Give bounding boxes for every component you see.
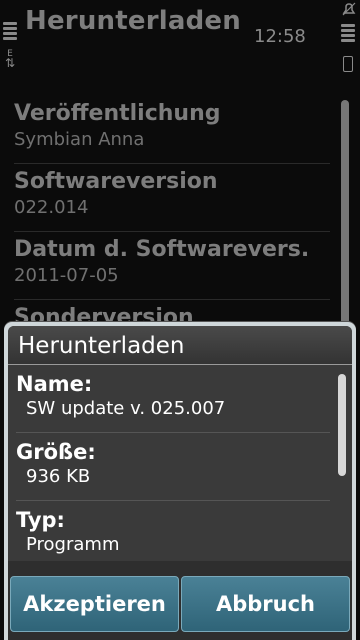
status-bar: E ⇅ Herunterladen 12:58 (0, 0, 360, 96)
cancel-button[interactable]: Abbruch (181, 576, 350, 632)
signal-indicator (3, 22, 19, 40)
screen: E ⇅ Herunterladen 12:58 Veröffentlichung… (0, 0, 360, 640)
detail-type[interactable]: Typ: Programm (16, 501, 330, 569)
detail-label: Name: (16, 372, 93, 396)
list-item-value: Symbian Anna (14, 129, 145, 150)
list-item-label: Datum d. Softwarevers. (14, 237, 310, 262)
detail-label: Typ: (16, 508, 65, 532)
signal-icon (3, 22, 19, 40)
clock: 12:58 (254, 26, 306, 47)
detail-value: 936 KB (26, 466, 91, 487)
accept-button[interactable]: Akzeptieren (10, 576, 179, 632)
battery-icon (343, 56, 353, 72)
list-scrollbar[interactable] (341, 100, 349, 340)
list-item-value: 2011-07-05 (14, 265, 119, 286)
detail-size[interactable]: Größe: 936 KB (16, 433, 330, 501)
detail-name[interactable]: Name: SW update v. 025.007 (16, 365, 330, 433)
list-item-software-version[interactable]: Softwareversion 022.014 (14, 164, 330, 232)
dialog-details: Name: SW update v. 025.007 Größe: 936 KB… (8, 365, 352, 561)
detail-value: SW update v. 025.007 (26, 398, 226, 419)
dialog-button-bar: Akzeptieren Abbruch (8, 572, 352, 640)
battery-level-icon (341, 24, 355, 42)
page-title: Herunterladen (25, 6, 241, 36)
list-item-label: Veröffentlichung (14, 101, 221, 126)
list-item-software-date[interactable]: Datum d. Softwarevers. 2011-07-05 (14, 232, 330, 300)
list-item-label: Softwareversion (14, 169, 218, 194)
connection-icon: E ⇅ (3, 50, 17, 70)
detail-label: Größe: (16, 440, 96, 464)
dialog-title: Herunterladen (8, 326, 352, 365)
dialog-frame: Herunterladen Name: SW update v. 025.007… (8, 326, 352, 640)
dialog-scrollbar[interactable] (338, 374, 346, 476)
list-item-release[interactable]: Veröffentlichung Symbian Anna (14, 96, 330, 164)
data-arrows-icon: ⇅ (4, 56, 16, 70)
alarm-icon (342, 2, 356, 16)
detail-value: Programm (26, 534, 120, 555)
list-item-value: 022.014 (14, 197, 89, 218)
download-dialog: Herunterladen Name: SW update v. 025.007… (4, 322, 356, 640)
